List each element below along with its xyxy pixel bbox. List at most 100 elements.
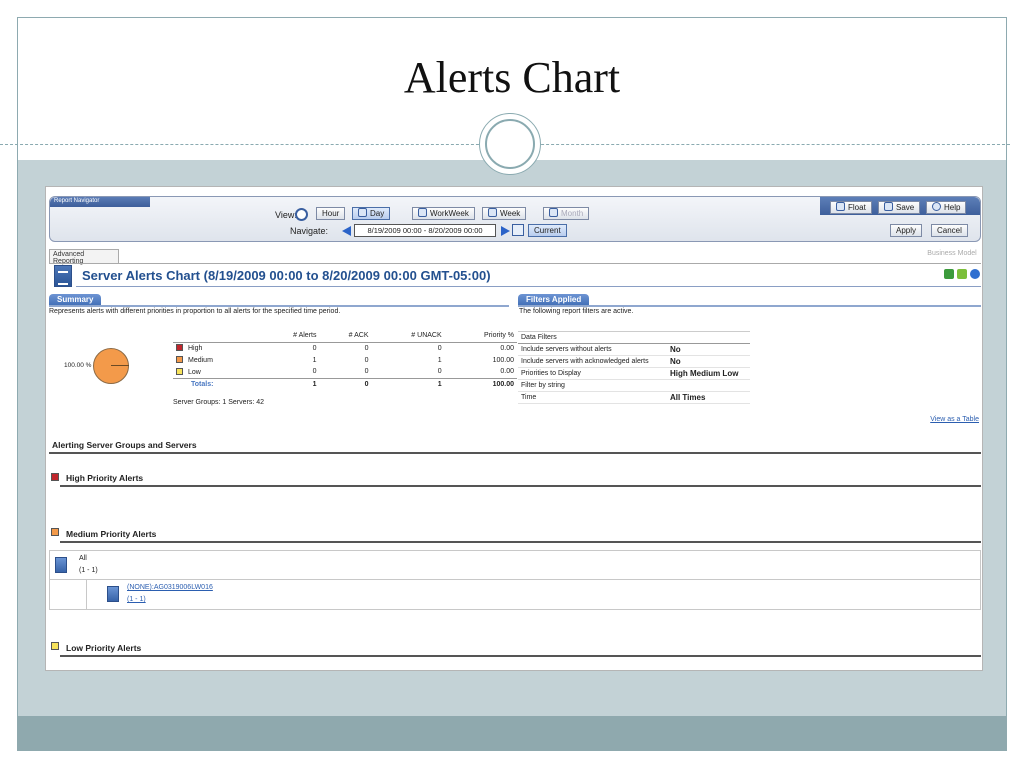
- server-link[interactable]: (NONE):AG0319006LW016: [127, 584, 213, 591]
- low-priority-swatch: [51, 642, 59, 650]
- calendar-icon[interactable]: [512, 224, 524, 236]
- filters-header: Data Filters: [518, 331, 750, 344]
- pie-slice-edge: [111, 365, 129, 366]
- high-priority-divider: [60, 485, 981, 487]
- view-day-label: Day: [370, 209, 385, 218]
- server-icon: [107, 586, 119, 602]
- cell-ack: 0: [364, 368, 369, 376]
- help-label: Help: [944, 203, 961, 212]
- server-group-name: All: [79, 555, 87, 562]
- view-month-label: Month: [561, 209, 584, 218]
- col-ack: # ACK: [319, 330, 372, 343]
- total-alerts: 1: [260, 377, 320, 390]
- float-button[interactable]: Float: [830, 201, 872, 214]
- filters-table: Data Filters Include servers without ale…: [518, 331, 750, 404]
- total-ack: 0: [319, 377, 372, 390]
- cancel-label: Cancel: [937, 226, 962, 235]
- filters-section-title: Filters Applied: [518, 294, 590, 305]
- row-label: Low: [188, 368, 201, 376]
- cell-ack: 0: [364, 344, 369, 352]
- view-hour-button[interactable]: Hour: [316, 207, 346, 220]
- tab-business-model[interactable]: Business Model: [925, 249, 979, 264]
- date-range-field[interactable]: 8/19/2009 00:00 - 8/20/2009 00:00: [354, 224, 496, 237]
- save-label: Save: [896, 203, 915, 212]
- filter-value: No: [666, 343, 750, 356]
- help-circle-icon[interactable]: [970, 269, 980, 279]
- cancel-button[interactable]: Cancel: [931, 224, 968, 237]
- calendar-week-icon: [488, 208, 497, 217]
- table-row: Filter by string: [518, 379, 750, 392]
- cell-pct: 100.00: [492, 356, 514, 364]
- tab-advanced-reporting[interactable]: Advanced Reporting: [49, 249, 119, 265]
- filter-label: Include servers with acknowledged alerts: [518, 355, 667, 368]
- view-month-button[interactable]: Month: [543, 207, 590, 220]
- view-week-label: Week: [500, 209, 521, 218]
- table-row: Include servers with acknowledged alerts…: [518, 355, 750, 368]
- priority-pie-chart: [93, 348, 129, 384]
- medium-swatch: [176, 356, 183, 363]
- help-button[interactable]: Help: [926, 201, 967, 214]
- cell-unack: 1: [437, 356, 442, 364]
- previous-arrow-icon[interactable]: [342, 226, 351, 236]
- view-workweek-button[interactable]: WorkWeek: [412, 207, 475, 220]
- export-icon[interactable]: [957, 269, 967, 279]
- high-swatch: [176, 344, 183, 352]
- high-priority-swatch: [51, 473, 59, 481]
- next-arrow-icon[interactable]: [501, 226, 510, 236]
- col-alerts: # Alerts: [260, 330, 320, 343]
- filters-section-line: [518, 305, 981, 307]
- cell-pct: 0.00: [500, 368, 514, 376]
- save-button[interactable]: Save: [878, 201, 921, 214]
- view-day-button[interactable]: Day: [352, 207, 391, 220]
- totals-label: Totals:: [173, 377, 261, 390]
- cell-unack: 0: [437, 344, 442, 352]
- filter-label: Include servers without alerts: [518, 343, 667, 356]
- table-row: Low 0 0 0 0.00: [173, 366, 517, 378]
- filters-description: The following report filters are active.: [519, 308, 634, 315]
- table-row: High 0 0 0 0.00: [173, 342, 517, 354]
- view-week-button[interactable]: Week: [482, 207, 527, 220]
- low-priority-divider: [60, 655, 981, 657]
- cell-alerts: 0: [312, 368, 317, 376]
- medium-priority-divider: [60, 541, 981, 543]
- summary-description: Represents alerts with different priorit…: [49, 308, 341, 315]
- summary-header-blank: [173, 330, 261, 343]
- slide-circle-ornament-inner: [485, 119, 535, 169]
- navigate-label: Navigate:: [290, 226, 329, 236]
- view-as-table-link[interactable]: View as a Table: [930, 416, 979, 423]
- table-row: Time All Times: [518, 391, 750, 404]
- current-button[interactable]: Current: [528, 224, 567, 237]
- col-unack: # UNACK: [371, 330, 445, 343]
- report-window: Report Navigator View: Hour Day WorkWeek…: [45, 186, 983, 671]
- low-priority-title: Low Priority Alerts: [66, 643, 142, 653]
- server-range-link[interactable]: (1 - 1): [127, 596, 146, 603]
- server-counts: Server Groups: 1 Servers: 42: [173, 399, 265, 406]
- calendar-day-icon: [358, 208, 367, 217]
- clock-icon: [295, 208, 308, 221]
- apply-button[interactable]: Apply: [890, 224, 923, 237]
- total-unack: 1: [371, 377, 445, 390]
- tab-divider: [49, 263, 981, 264]
- high-priority-title: High Priority Alerts: [66, 473, 144, 483]
- view-workweek-label: WorkWeek: [430, 209, 469, 218]
- float-label: Float: [848, 203, 866, 212]
- cell-pct: 0.00: [500, 344, 514, 352]
- pie-percent-label: 100.00 %: [64, 362, 92, 369]
- refresh-icon[interactable]: [944, 269, 954, 279]
- title-divider: [76, 286, 981, 287]
- save-icon: [884, 202, 893, 211]
- server-group-range: (1 - 1): [79, 567, 98, 574]
- summary-table: # Alerts # ACK # UNACK Priority % High 0…: [173, 330, 517, 390]
- filter-label: Priorities to Display: [518, 367, 667, 380]
- filter-label: Filter by string: [518, 379, 667, 392]
- navigator-tab-label: Report Navigator: [54, 198, 100, 204]
- help-icon: [932, 202, 941, 211]
- cell-alerts: 0: [312, 344, 317, 352]
- cell-unack: 0: [437, 368, 442, 376]
- table-row: Medium 1 0 1 100.00: [173, 354, 517, 366]
- total-pct: 100.00: [444, 377, 517, 390]
- row-label: High: [188, 345, 203, 353]
- slide-title: Alerts Chart: [403, 53, 621, 102]
- calendar-workweek-icon: [418, 208, 427, 217]
- filter-value: High Medium Low: [666, 367, 750, 380]
